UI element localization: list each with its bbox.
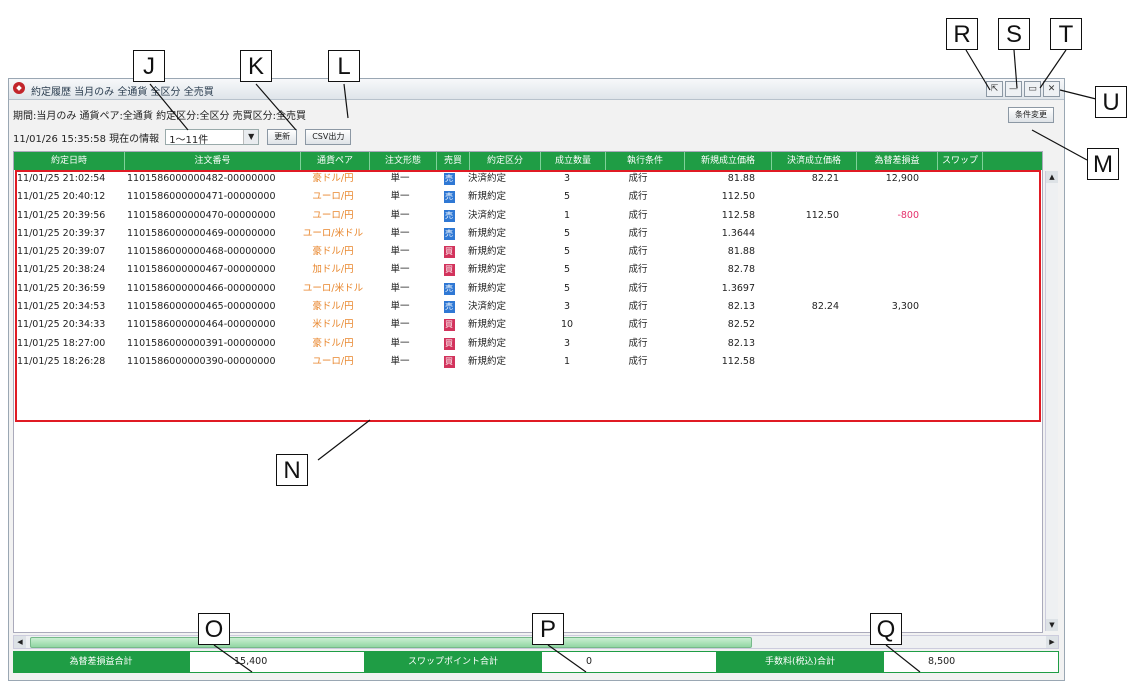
leader-p	[547, 644, 587, 673]
callout-r: R	[946, 18, 978, 50]
leader-t	[1039, 49, 1067, 89]
callout-leaders	[149, 49, 1101, 673]
callout-k: K	[240, 50, 272, 82]
leader-m	[1031, 129, 1088, 161]
leader-l	[343, 83, 349, 119]
callout-n: N	[276, 454, 308, 486]
leader-u	[1059, 89, 1101, 101]
callout-s: S	[998, 18, 1030, 50]
callout-l: L	[328, 50, 360, 82]
callout-p: P	[532, 613, 564, 645]
leader-r	[965, 49, 991, 91]
callout-j: J	[133, 50, 165, 82]
callout-m: M	[1087, 148, 1119, 180]
leader-j	[149, 83, 189, 131]
leader-s	[1013, 49, 1018, 89]
leader-k	[255, 83, 297, 131]
callout-q: Q	[870, 613, 902, 645]
callout-u: U	[1095, 86, 1127, 118]
leader-o	[213, 644, 253, 673]
callout-t: T	[1050, 18, 1082, 50]
callout-o: O	[198, 613, 230, 645]
leader-q	[885, 644, 921, 673]
leader-n	[317, 419, 371, 461]
